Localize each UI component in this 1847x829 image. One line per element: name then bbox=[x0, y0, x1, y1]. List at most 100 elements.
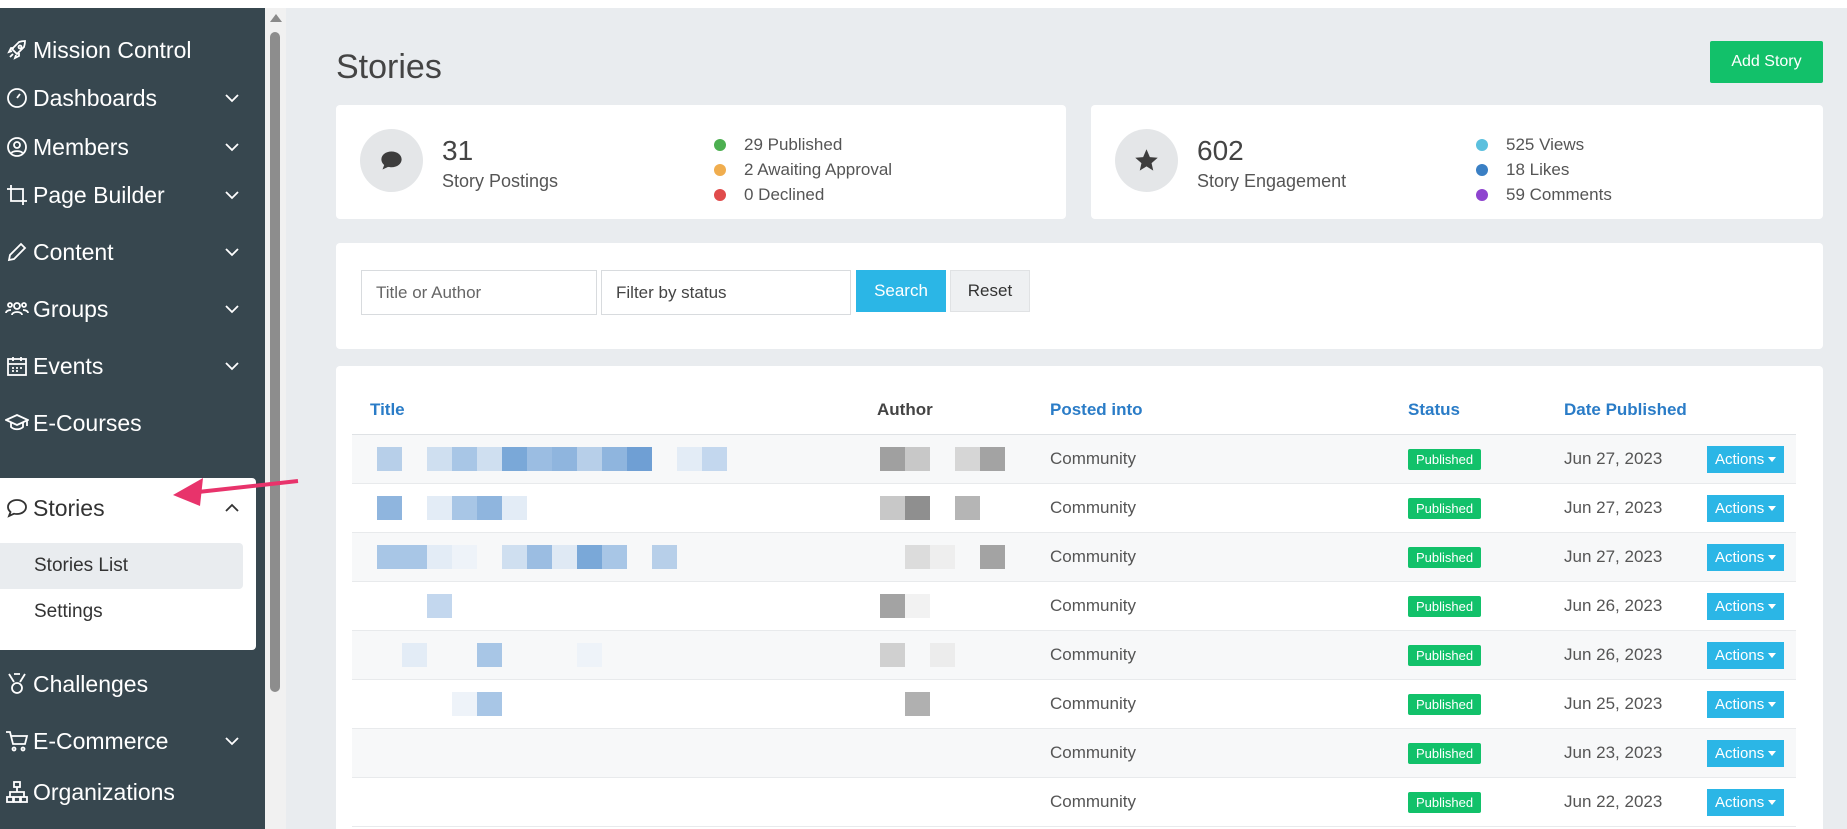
actions-cell: Actions bbox=[1707, 680, 1785, 728]
sidebar-item-label: Mission Control bbox=[33, 36, 192, 63]
annotation-arrow-icon bbox=[173, 478, 299, 506]
engagement-count: 602 bbox=[1197, 135, 1244, 166]
dot-icon bbox=[714, 138, 726, 151]
scroll-thumb[interactable] bbox=[270, 32, 280, 692]
postings-legend: 29 Published 2 Awaiting Approval 0 Decli… bbox=[714, 132, 892, 207]
filter-card: Title or Author Filter by status Search … bbox=[336, 243, 1823, 349]
sitemap-icon bbox=[0, 780, 33, 804]
actions-cell: Actions bbox=[1707, 435, 1785, 483]
sidebar: Mission Control Dashboards Members Page … bbox=[0, 8, 265, 829]
column-header-author: Author bbox=[877, 400, 933, 419]
legend-likes: 18 Likes bbox=[1476, 157, 1612, 182]
legend-declined: 0 Declined bbox=[714, 182, 892, 207]
date-cell: Jun 25, 2023 bbox=[1564, 694, 1663, 713]
redacted-title-author bbox=[352, 435, 1016, 483]
sidebar-item-events[interactable]: Events bbox=[0, 340, 265, 392]
sidebar-item-mission-control[interactable]: Mission Control bbox=[0, 24, 265, 76]
sidebar-item-members[interactable]: Members bbox=[0, 121, 265, 173]
sidebar-item-challenges[interactable]: Challenges bbox=[0, 658, 265, 710]
status-badge: Published bbox=[1408, 497, 1482, 519]
status-badge: Published bbox=[1408, 546, 1482, 568]
actions-button[interactable]: Actions bbox=[1707, 641, 1785, 669]
redacted-title-author bbox=[352, 680, 1016, 728]
add-story-button[interactable]: Add Story bbox=[1710, 41, 1823, 83]
table-row: Community Published Jun 27, 2023 Actions bbox=[352, 435, 1796, 484]
search-button[interactable]: Search bbox=[856, 270, 946, 312]
status-badge: Published bbox=[1408, 595, 1482, 617]
sidebar-item-content[interactable]: Content bbox=[0, 226, 265, 278]
star-icon bbox=[1115, 129, 1178, 192]
column-header-posted-into[interactable]: Posted into bbox=[1050, 400, 1143, 420]
actions-button[interactable]: Actions bbox=[1707, 445, 1785, 473]
chevron-down-icon bbox=[221, 87, 243, 109]
status-cell: Published bbox=[1408, 582, 1482, 630]
page-title: Stories bbox=[336, 48, 442, 86]
sidebar-item-organizations[interactable]: Organizations bbox=[0, 766, 265, 818]
actions-cell: Actions bbox=[1707, 533, 1785, 581]
sidebar-item-e-courses[interactable]: E-Courses bbox=[0, 397, 265, 449]
actions-button[interactable]: Actions bbox=[1707, 788, 1785, 816]
status-cell: Published bbox=[1408, 484, 1482, 532]
title-author-input[interactable]: Title or Author bbox=[361, 270, 597, 315]
sidebar-subitem-stories-list[interactable]: Stories List bbox=[0, 543, 243, 589]
scroll-up-arrow-icon[interactable] bbox=[270, 14, 282, 22]
story-postings-card: 31 Story Postings 29 Published 2 Awaitin… bbox=[336, 105, 1066, 219]
posted-into-cell: Community bbox=[1050, 792, 1136, 811]
sidebar-item-e-commerce[interactable]: E-Commerce bbox=[0, 715, 265, 767]
dot-icon bbox=[1476, 138, 1488, 151]
rocket-icon bbox=[0, 38, 33, 62]
column-header-date[interactable]: Date Published bbox=[1564, 400, 1687, 420]
date-cell: Jun 23, 2023 bbox=[1564, 743, 1663, 762]
column-header-title[interactable]: Title bbox=[370, 400, 405, 420]
status-badge: Published bbox=[1408, 693, 1482, 715]
posted-into-cell: Community bbox=[1050, 547, 1136, 566]
caret-down-icon bbox=[1768, 701, 1777, 707]
sidebar-scrollbar[interactable] bbox=[265, 8, 286, 829]
table-row: Community Published Jun 26, 2023 Actions bbox=[352, 631, 1796, 680]
reset-button[interactable]: Reset bbox=[950, 270, 1030, 312]
caret-down-icon bbox=[1768, 554, 1777, 560]
sidebar-item-label: E-Courses bbox=[33, 409, 142, 436]
actions-button[interactable]: Actions bbox=[1707, 739, 1785, 767]
date-cell: Jun 27, 2023 bbox=[1564, 498, 1663, 517]
status-cell: Published bbox=[1408, 680, 1482, 728]
legend-comments: 59 Comments bbox=[1476, 182, 1612, 207]
caret-down-icon bbox=[1768, 652, 1777, 658]
actions-button[interactable]: Actions bbox=[1707, 592, 1785, 620]
caret-down-icon bbox=[1768, 750, 1777, 756]
sidebar-item-label: Content bbox=[33, 238, 114, 265]
legend-awaiting: 2 Awaiting Approval bbox=[714, 157, 892, 182]
sidebar-item-label: Page Builder bbox=[33, 181, 165, 208]
status-cell: Published bbox=[1408, 435, 1482, 483]
caret-down-icon bbox=[1768, 603, 1777, 609]
sidebar-item-label: Organizations bbox=[33, 778, 175, 805]
sidebar-item-dashboards[interactable]: Dashboards bbox=[0, 72, 265, 124]
sidebar-item-label: Dashboards bbox=[33, 84, 158, 111]
sidebar-item-groups[interactable]: Groups bbox=[0, 283, 265, 335]
user-circle-icon bbox=[0, 135, 33, 159]
sidebar-subitem-settings[interactable]: Settings bbox=[0, 589, 243, 635]
chevron-down-icon bbox=[221, 730, 243, 752]
comment-bubble-icon bbox=[360, 129, 423, 192]
column-header-status[interactable]: Status bbox=[1408, 400, 1460, 420]
posted-into-cell: Community bbox=[1050, 596, 1136, 615]
actions-cell: Actions bbox=[1707, 484, 1785, 532]
sidebar-item-page-builder[interactable]: Page Builder bbox=[0, 169, 265, 221]
date-cell: Jun 22, 2023 bbox=[1564, 792, 1663, 811]
actions-cell: Actions bbox=[1707, 778, 1785, 826]
actions-button[interactable]: Actions bbox=[1707, 543, 1785, 571]
actions-button[interactable]: Actions bbox=[1707, 690, 1785, 718]
posted-into-cell: Community bbox=[1050, 645, 1136, 664]
caret-down-icon bbox=[1768, 505, 1777, 511]
sidebar-item-label: Groups bbox=[33, 295, 109, 322]
status-badge: Published bbox=[1408, 742, 1482, 764]
actions-button[interactable]: Actions bbox=[1707, 494, 1785, 522]
dot-icon bbox=[1476, 188, 1488, 201]
medal-icon bbox=[0, 672, 33, 696]
table-row: Community Published Jun 22, 2023 Actions bbox=[352, 778, 1796, 827]
date-cell: Jun 26, 2023 bbox=[1564, 596, 1663, 615]
status-filter-select[interactable]: Filter by status bbox=[601, 270, 851, 315]
posted-into-cell: Community bbox=[1050, 449, 1136, 468]
story-engagement-card: 602 Story Engagement 525 Views 18 Likes … bbox=[1091, 105, 1823, 219]
postings-label: Story Postings bbox=[442, 171, 559, 191]
